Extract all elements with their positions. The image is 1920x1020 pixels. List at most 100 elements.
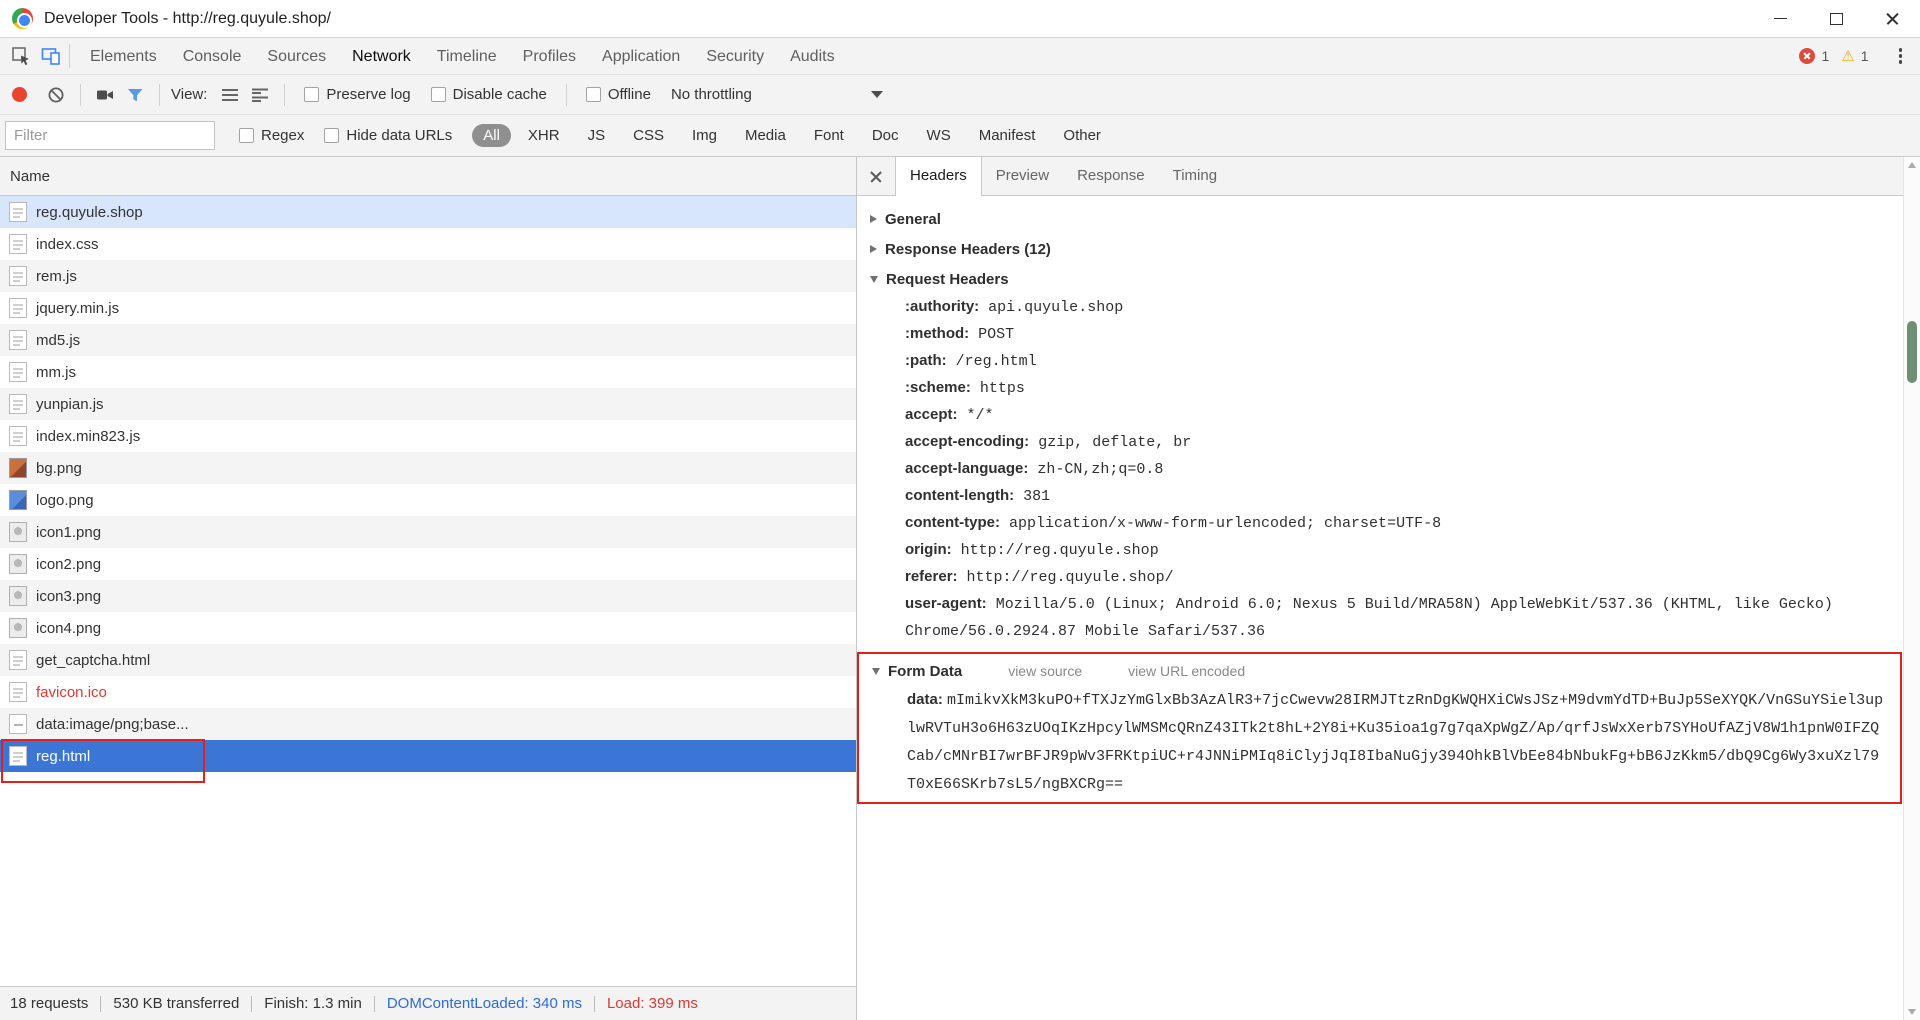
close-details-icon[interactable] (857, 157, 895, 195)
request-row-favicon-ico[interactable]: favicon.ico (0, 676, 856, 708)
tab-sources[interactable]: Sources (254, 38, 339, 74)
request-row-index-css[interactable]: index.css (0, 228, 856, 260)
filter-type-font[interactable]: Font (803, 124, 855, 147)
scroll-up-icon[interactable] (1908, 162, 1916, 168)
tab-audits[interactable]: Audits (777, 38, 847, 74)
inspect-element-icon[interactable] (6, 41, 36, 71)
tab-profiles[interactable]: Profiles (510, 38, 589, 74)
header-line-accept-encoding: accept-encoding: gzip, deflate, br (905, 429, 1902, 456)
device-toolbar-icon[interactable] (36, 41, 66, 71)
filter-type-other[interactable]: Other (1052, 124, 1112, 147)
minimize-button[interactable] (1752, 0, 1808, 37)
tab-timeline[interactable]: Timeline (424, 38, 510, 74)
warning-badge-icon[interactable]: ⚠ (1841, 49, 1854, 64)
section-request-headers[interactable]: Request Headers (857, 264, 1902, 294)
request-row-mm-js[interactable]: mm.js (0, 356, 856, 388)
clear-icon[interactable] (41, 80, 71, 110)
throttling-select[interactable]: No throttling (671, 86, 883, 103)
request-row-icon4-png[interactable]: icon4.png (0, 612, 856, 644)
filter-type-doc[interactable]: Doc (861, 124, 910, 147)
scrollbar[interactable] (1903, 157, 1920, 1020)
detail-tab-headers[interactable]: Headers (895, 157, 982, 196)
hide-data-urls-checkbox[interactable]: Hide data URLs (324, 127, 452, 144)
filter-type-img[interactable]: Img (681, 124, 728, 147)
record-icon[interactable] (12, 87, 27, 102)
form-data-entry: data: mImikvXkM3kuPO+fTXJzYmGlxBb3AzAlR3… (907, 686, 1886, 798)
tab-console[interactable]: Console (170, 38, 255, 74)
filter-input[interactable] (5, 121, 215, 150)
scrollbar-thumb[interactable] (1907, 321, 1917, 383)
filter-type-manifest[interactable]: Manifest (968, 124, 1047, 147)
request-row-reg-quyule-shop[interactable]: reg.quyule.shop (0, 196, 856, 228)
header-line-path: :path: /reg.html (905, 348, 1902, 375)
request-row-index-min823-js[interactable]: index.min823.js (0, 420, 856, 452)
regex-checkbox[interactable]: Regex (239, 127, 304, 144)
network-toolbar: View: Preserve log Disable cache Offline… (0, 75, 1920, 115)
more-options-icon[interactable] (1891, 44, 1911, 68)
filter-type-ws[interactable]: WS (916, 124, 962, 147)
request-row-yunpian-js[interactable]: yunpian.js (0, 388, 856, 420)
preserve-log-checkbox[interactable]: Preserve log (304, 86, 411, 103)
filter-type-xhr[interactable]: XHR (517, 124, 571, 147)
request-row-reg-html[interactable]: reg.html (0, 740, 856, 772)
header-name: :method: (905, 325, 970, 342)
request-name: index.min823.js (36, 427, 141, 445)
header-name: accept: (905, 406, 958, 423)
section-response-headers[interactable]: Response Headers (12) (857, 234, 1902, 264)
devtools-tabbar: Elements Console Sources Network Timeline Pro… (0, 37, 1920, 75)
section-general[interactable]: General (857, 204, 1902, 234)
name-column-header[interactable]: Name (0, 157, 856, 196)
maximize-button[interactable] (1808, 0, 1864, 37)
error-badge-icon[interactable] (1799, 48, 1816, 64)
error-count[interactable]: 1 (1821, 48, 1829, 64)
view-url-encoded-link[interactable]: view URL encoded (1128, 663, 1245, 679)
section-request-headers-label: Request Headers (886, 270, 1009, 288)
filter-type-media[interactable]: Media (734, 124, 797, 147)
section-form-data[interactable]: Form Data view source view URL encoded (859, 656, 1900, 686)
request-row-bg-png[interactable]: bg.png (0, 452, 856, 484)
header-line-user-agent: user-agent: Mozilla/5.0 (Linux; Android … (905, 591, 1902, 645)
warning-count[interactable]: 1 (1861, 48, 1869, 64)
divider (80, 83, 81, 106)
request-row-icon2-png[interactable]: icon2.png (0, 548, 856, 580)
detail-tab-preview[interactable]: Preview (982, 157, 1063, 195)
large-rows-view-icon[interactable] (245, 80, 275, 110)
tab-security[interactable]: Security (693, 38, 777, 74)
document-icon (9, 426, 27, 446)
section-general-label: General (885, 210, 941, 228)
filter-type-js[interactable]: JS (577, 124, 617, 147)
request-row-icon3-png[interactable]: icon3.png (0, 580, 856, 612)
detail-tab-timing[interactable]: Timing (1159, 157, 1231, 195)
request-row-rem-js[interactable]: rem.js (0, 260, 856, 292)
request-row-data-image-png-base[interactable]: data:image/png;base... (0, 708, 856, 740)
capture-screenshots-icon[interactable] (90, 80, 120, 110)
tab-application[interactable]: Application (589, 38, 693, 74)
scroll-down-icon[interactable] (1908, 1009, 1916, 1015)
status-18-requests: 18 requests (10, 995, 89, 1012)
request-name: favicon.ico (36, 683, 107, 701)
divider (69, 44, 70, 68)
disable-cache-checkbox[interactable]: Disable cache (430, 86, 547, 103)
request-row-md5-js[interactable]: md5.js (0, 324, 856, 356)
small-rows-view-icon[interactable] (215, 80, 245, 110)
request-row-icon1-png[interactable]: icon1.png (0, 516, 856, 548)
filter-type-all[interactable]: All (472, 124, 511, 147)
close-button[interactable] (1864, 0, 1920, 37)
request-row-get-captcha-html[interactable]: get_captcha.html (0, 644, 856, 676)
request-row-jquery-min-js[interactable]: jquery.min.js (0, 292, 856, 324)
filter-icon[interactable] (120, 80, 150, 110)
document-icon (9, 234, 27, 254)
request-name: jquery.min.js (36, 299, 120, 317)
request-headers-list: :authority: api.quyule.shop:method: POST… (857, 294, 1902, 645)
detail-tab-response[interactable]: Response (1063, 157, 1159, 195)
view-source-link[interactable]: view source (1008, 663, 1082, 679)
filter-type-css[interactable]: CSS (622, 124, 675, 147)
offline-checkbox[interactable]: Offline (585, 86, 651, 103)
tab-network[interactable]: Network (339, 38, 424, 74)
window-title: Developer Tools - http://reg.quyule.shop… (44, 9, 331, 27)
section-form-data-label: Form Data (888, 662, 963, 680)
tab-elements[interactable]: Elements (77, 38, 170, 74)
separator (100, 995, 102, 1012)
request-row-logo-png[interactable]: logo.png (0, 484, 856, 516)
request-list: reg.quyule.shop index.css rem.js jquery.min… (0, 196, 856, 986)
